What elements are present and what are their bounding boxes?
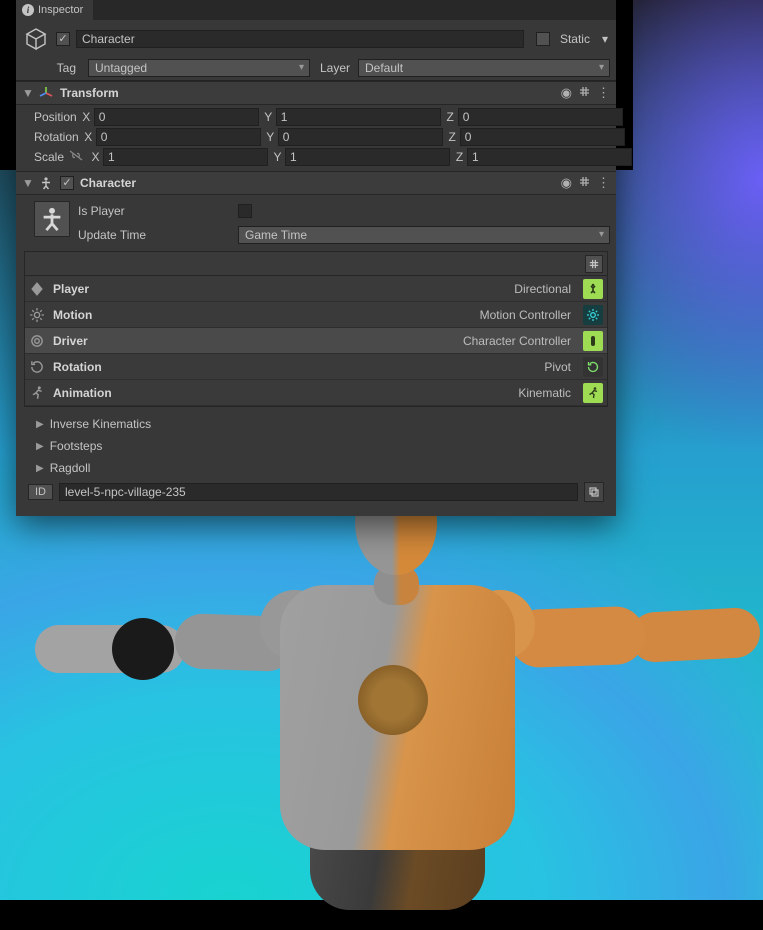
character-id-input[interactable] — [59, 483, 578, 501]
config-name: Animation — [53, 386, 163, 400]
foldout-footsteps[interactable]: ▶ Footsteps — [22, 435, 610, 457]
foldout-arrow-icon[interactable]: ▼ — [22, 86, 32, 100]
inspector-window: i Inspector Static ▾ Tag Untagged Layer … — [16, 0, 616, 516]
kebab-menu-icon[interactable]: ⋮ — [597, 85, 610, 101]
config-type-icon[interactable] — [583, 305, 603, 325]
foldout-ragdoll[interactable]: ▶ Ragdoll — [22, 457, 610, 479]
character-component-header[interactable]: ▼ Character ◉ ⋮ — [16, 171, 616, 195]
config-row-player[interactable]: Player Directional — [25, 276, 607, 302]
rotation-z-input[interactable] — [460, 128, 625, 146]
transform-title: Transform — [60, 86, 555, 100]
foldout-arrow-icon[interactable]: ▼ — [22, 176, 32, 190]
character-id-row: ID — [22, 479, 610, 510]
scale-label: Scale — [22, 150, 64, 164]
is-player-checkbox[interactable] — [238, 204, 252, 218]
foldout-label: Footsteps — [50, 439, 103, 453]
config-row-motion[interactable]: Motion Motion Controller — [25, 302, 607, 328]
tag-value: Untagged — [95, 61, 147, 75]
config-row-animation[interactable]: Animation Kinematic — [25, 380, 607, 406]
chevron-right-icon: ▶ — [36, 419, 44, 430]
rotation-x-input[interactable] — [96, 128, 261, 146]
character-body: Is Player Update Time Game Time Player Di… — [16, 195, 616, 516]
update-time-dropdown[interactable]: Game Time — [238, 226, 610, 244]
config-name: Driver — [53, 334, 163, 348]
inspector-tab-label: Inspector — [38, 4, 83, 16]
layer-dropdown[interactable]: Default — [358, 59, 610, 77]
kebab-menu-icon[interactable]: ⋮ — [597, 175, 610, 191]
id-label: ID — [28, 484, 53, 500]
config-name: Player — [53, 282, 163, 296]
foldout-inverse-kinematics[interactable]: ▶ Inverse Kinematics — [22, 413, 610, 435]
is-player-label: Is Player — [78, 204, 238, 218]
config-type-icon[interactable] — [583, 383, 603, 403]
config-settings-button[interactable] — [585, 255, 603, 273]
config-type-icon[interactable] — [583, 331, 603, 351]
rotation-row: Rotation X Y Z — [22, 127, 610, 147]
rotate-icon — [29, 359, 45, 375]
static-dropdown-icon[interactable]: ▾ — [602, 32, 608, 46]
person-icon — [38, 175, 54, 191]
character-title: Character — [80, 176, 555, 190]
config-name: Rotation — [53, 360, 163, 374]
character-icon-preview[interactable] — [34, 201, 70, 237]
scale-x-input[interactable] — [103, 148, 268, 166]
object-header: Static ▾ — [16, 20, 616, 58]
diamond-icon — [29, 281, 45, 297]
foldout-label: Ragdoll — [50, 461, 91, 475]
constrain-proportions-icon[interactable] — [68, 149, 84, 165]
object-enabled-checkbox[interactable] — [56, 32, 70, 46]
config-name: Motion — [53, 308, 163, 322]
tag-label: Tag — [22, 61, 84, 75]
inspector-tab-bar: i Inspector — [16, 0, 616, 20]
scale-y-input[interactable] — [285, 148, 450, 166]
config-value: Pivot — [171, 360, 575, 374]
update-time-value: Game Time — [245, 228, 307, 242]
help-icon[interactable]: ◉ — [561, 175, 572, 191]
gameobject-icon[interactable] — [22, 25, 50, 53]
transform-icon — [38, 85, 54, 101]
config-row-rotation[interactable]: Rotation Pivot — [25, 354, 607, 380]
character-config-list: Player Directional Motion Motion Controller… — [24, 251, 608, 407]
chevron-right-icon: ▶ — [36, 441, 44, 452]
transform-body: Position X Y Z Rotation X Y Z Scale — [16, 105, 616, 171]
position-row: Position X Y Z — [22, 107, 610, 127]
info-icon: i — [22, 4, 34, 16]
position-x-input[interactable] — [94, 108, 259, 126]
update-time-label: Update Time — [78, 228, 238, 242]
config-value: Kinematic — [171, 386, 575, 400]
gear-icon — [29, 307, 45, 323]
inspector-tab[interactable]: i Inspector — [16, 0, 93, 20]
rotation-y-input[interactable] — [278, 128, 443, 146]
character-enabled-checkbox[interactable] — [60, 176, 74, 190]
layer-label: Layer — [314, 61, 354, 75]
position-label: Position — [22, 110, 77, 124]
static-label: Static — [560, 32, 590, 46]
config-row-driver[interactable]: Driver Character Controller — [25, 328, 607, 354]
position-y-input[interactable] — [276, 108, 441, 126]
scale-row: Scale X Y Z — [22, 147, 610, 167]
preset-icon[interactable] — [578, 85, 591, 101]
foldout-label: Inverse Kinematics — [50, 417, 151, 431]
layer-value: Default — [365, 61, 403, 75]
config-type-icon[interactable] — [583, 279, 603, 299]
position-z-input[interactable] — [458, 108, 623, 126]
capsule-icon — [29, 333, 45, 349]
copy-id-button[interactable] — [584, 482, 604, 502]
static-checkbox[interactable] — [536, 32, 550, 46]
rotation-label: Rotation — [22, 130, 79, 144]
config-value: Character Controller — [171, 334, 575, 348]
object-name-input[interactable] — [76, 30, 524, 48]
chevron-right-icon: ▶ — [36, 463, 44, 474]
tag-layer-row: Tag Untagged Layer Default — [16, 58, 616, 78]
scale-z-input[interactable] — [467, 148, 632, 166]
transform-component-header[interactable]: ▼ Transform ◉ ⋮ — [16, 81, 616, 105]
config-value: Directional — [171, 282, 575, 296]
tag-dropdown[interactable]: Untagged — [88, 59, 310, 77]
run-icon — [29, 385, 45, 401]
config-value: Motion Controller — [171, 308, 575, 322]
config-type-icon[interactable] — [583, 357, 603, 377]
help-icon[interactable]: ◉ — [561, 85, 572, 101]
preset-icon[interactable] — [578, 175, 591, 191]
